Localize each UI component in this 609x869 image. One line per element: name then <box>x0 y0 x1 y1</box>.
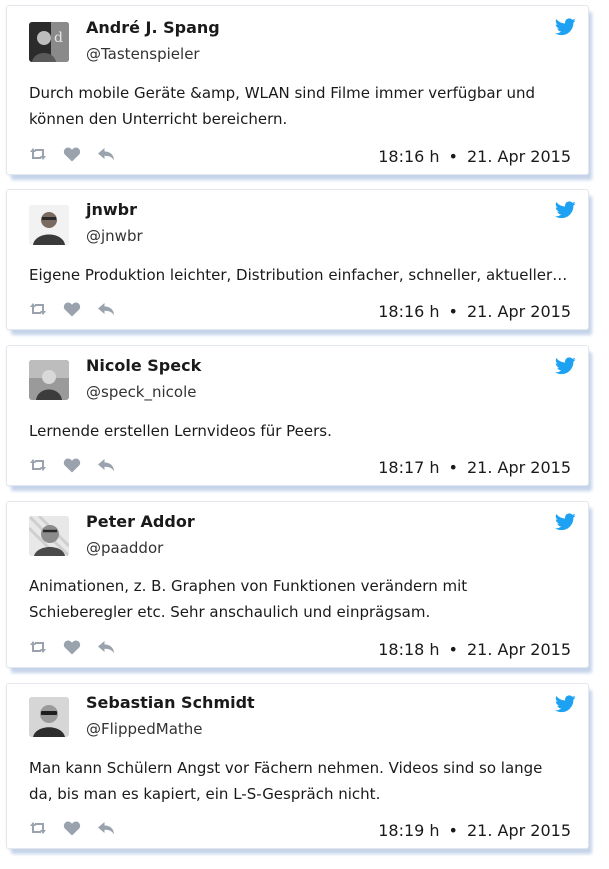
reply-icon[interactable] <box>97 457 115 473</box>
tweet-card: Nicole Speck @speck_nicole Lernende erst… <box>6 345 589 486</box>
tweet-actions <box>29 819 131 837</box>
separator-dot: • <box>448 458 458 477</box>
tweet-timestamp[interactable]: 18:17 h • 21. Apr 2015 <box>378 458 571 477</box>
heart-icon[interactable] <box>63 146 81 162</box>
author-handle[interactable]: @speck_nicole <box>86 383 197 401</box>
author-name[interactable]: Sebastian Schmidt <box>86 693 255 712</box>
twitter-bird-icon[interactable] <box>555 18 576 36</box>
tweet-date: 21. Apr 2015 <box>466 302 571 321</box>
tweet-timestamp[interactable]: 18:19 h • 21. Apr 2015 <box>378 821 571 840</box>
tweet-time: 18:16 h <box>378 302 440 321</box>
avatar[interactable] <box>29 205 69 245</box>
heart-icon[interactable] <box>63 639 81 655</box>
tweet-card: jnwbr @jnwbr Eigene Produktion leichter,… <box>6 189 589 330</box>
twitter-bird-icon[interactable] <box>555 201 576 219</box>
retweet-icon[interactable] <box>29 820 47 836</box>
avatar[interactable]: d <box>29 22 69 62</box>
reply-icon[interactable] <box>97 146 115 162</box>
tweet-date: 21. Apr 2015 <box>466 458 571 477</box>
twitter-bird-icon[interactable] <box>555 513 576 531</box>
svg-text:d: d <box>54 30 63 46</box>
author-name[interactable]: jnwbr <box>86 200 137 219</box>
tweet-card: d André J. Spang @Tastenspieler Durch mo… <box>6 5 589 175</box>
tweet-actions <box>29 300 131 318</box>
tweet-card: Sebastian Schmidt @FlippedMathe Man kann… <box>6 683 589 849</box>
tweet-date: 21. Apr 2015 <box>466 640 571 659</box>
separator-dot: • <box>448 147 458 166</box>
retweet-icon[interactable] <box>29 457 47 473</box>
author-handle[interactable]: @Tastenspieler <box>86 45 200 63</box>
reply-icon[interactable] <box>97 820 115 836</box>
author-name[interactable]: Nicole Speck <box>86 356 201 375</box>
tweet-text: Lernende erstellen Lernvideos für Peers. <box>29 422 332 440</box>
author-name[interactable]: André J. Spang <box>86 18 220 37</box>
avatar[interactable] <box>29 516 69 556</box>
tweet-actions <box>29 145 131 163</box>
author-handle[interactable]: @FlippedMathe <box>86 720 203 738</box>
retweet-icon[interactable] <box>29 146 47 162</box>
tweet-text: Man kann Schülern Angst vor Fächern nehm… <box>29 759 543 803</box>
twitter-bird-icon[interactable] <box>555 695 576 713</box>
author-handle[interactable]: @jnwbr <box>86 227 143 245</box>
separator-dot: • <box>448 302 458 321</box>
tweet-timestamp[interactable]: 18:16 h • 21. Apr 2015 <box>378 147 571 166</box>
retweet-icon[interactable] <box>29 301 47 317</box>
avatar[interactable] <box>29 697 69 737</box>
avatar[interactable] <box>29 360 69 400</box>
author-name[interactable]: Peter Addor <box>86 512 195 531</box>
tweet-time: 18:17 h <box>378 458 440 477</box>
tweet-time: 18:18 h <box>378 640 440 659</box>
tweet-date: 21. Apr 2015 <box>466 147 571 166</box>
tweet-feed: d André J. Spang @Tastenspieler Durch mo… <box>0 0 609 869</box>
tweet-actions <box>29 456 131 474</box>
separator-dot: • <box>448 821 458 840</box>
reply-icon[interactable] <box>97 639 115 655</box>
tweet-actions <box>29 638 131 656</box>
heart-icon[interactable] <box>63 820 81 836</box>
tweet-time: 18:16 h <box>378 147 440 166</box>
tweet-time: 18:19 h <box>378 821 440 840</box>
twitter-bird-icon[interactable] <box>555 357 576 375</box>
tweet-timestamp[interactable]: 18:16 h • 21. Apr 2015 <box>378 302 571 321</box>
tweet-card: Peter Addor @paaddor Animationen, z. B. … <box>6 501 589 668</box>
tweet-text: Eigene Produktion leichter, Distribution… <box>29 266 570 284</box>
heart-icon[interactable] <box>63 301 81 317</box>
tweet-text: Animationen, z. B. Graphen von Funktione… <box>29 577 468 621</box>
separator-dot: • <box>448 640 458 659</box>
author-handle[interactable]: @paaddor <box>86 539 163 557</box>
retweet-icon[interactable] <box>29 639 47 655</box>
tweet-date: 21. Apr 2015 <box>466 821 571 840</box>
reply-icon[interactable] <box>97 301 115 317</box>
heart-icon[interactable] <box>63 457 81 473</box>
tweet-text: Durch mobile Geräte &amp, WLAN sind Film… <box>29 84 536 128</box>
tweet-timestamp[interactable]: 18:18 h • 21. Apr 2015 <box>378 640 571 659</box>
